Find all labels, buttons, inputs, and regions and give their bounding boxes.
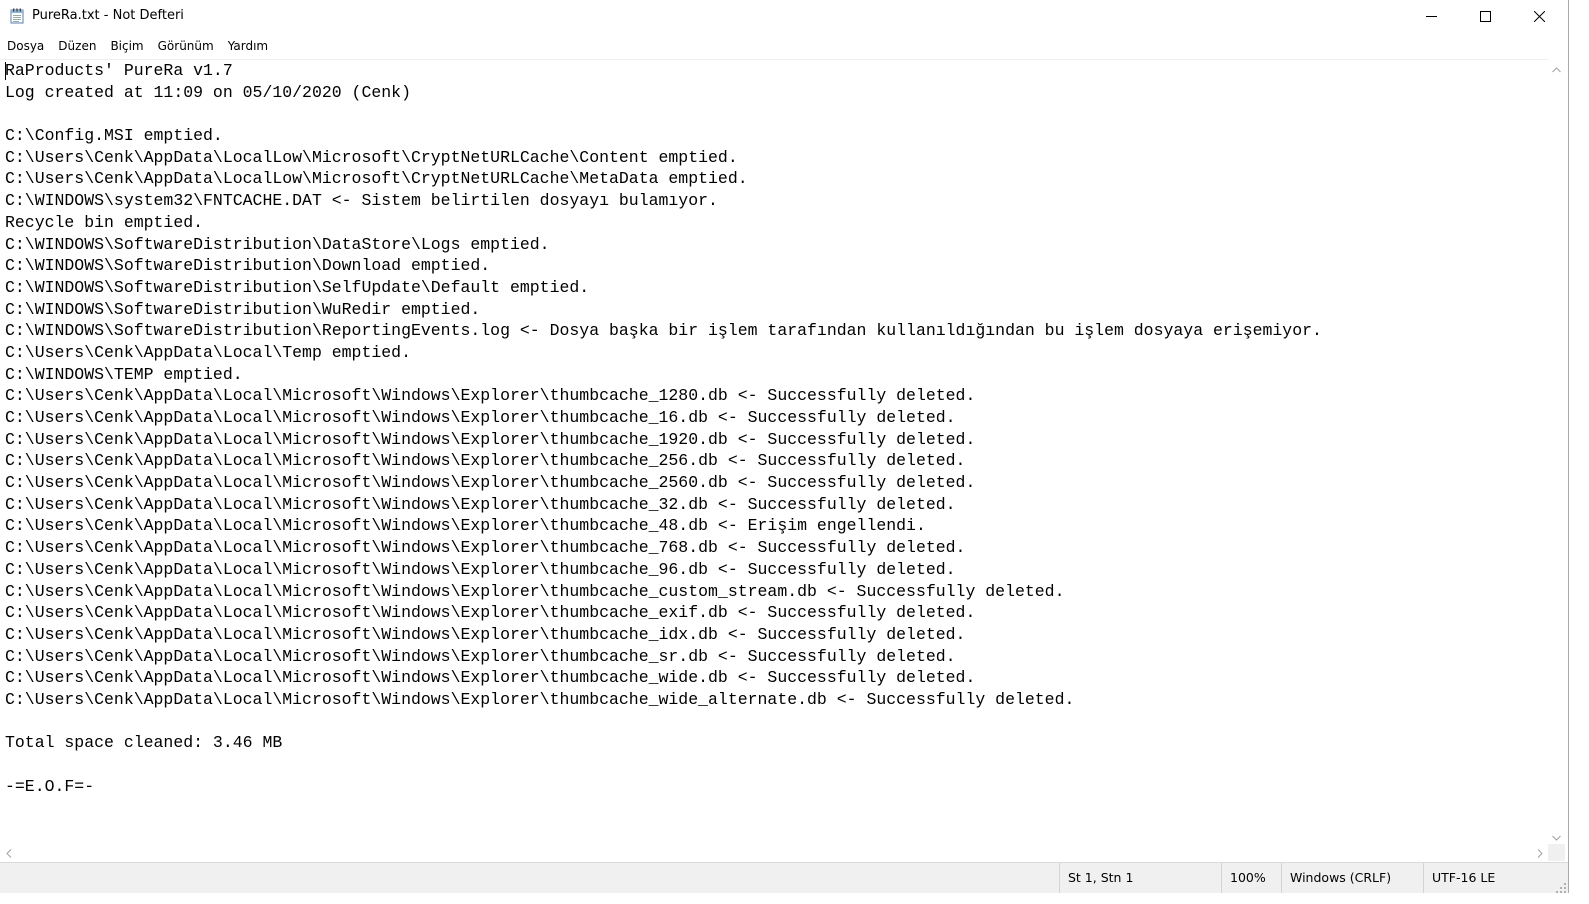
resize-grip-icon[interactable] bbox=[1556, 881, 1566, 893]
chevron-up-icon bbox=[1552, 58, 1561, 77]
text-caret bbox=[5, 62, 6, 80]
menu-format[interactable]: Biçim bbox=[103, 36, 150, 56]
close-button[interactable] bbox=[1512, 0, 1566, 33]
file-encoding: UTF-16 LE bbox=[1423, 863, 1568, 893]
notepad-icon bbox=[10, 8, 25, 24]
text-line: C:\Users\Cenk\AppData\Local\Microsoft\Wi… bbox=[5, 538, 966, 558]
text-line: C:\Users\Cenk\AppData\Local\Microsoft\Wi… bbox=[5, 646, 956, 666]
text-line: C:\WINDOWS\system32\FNTCACHE.DAT <- Sist… bbox=[5, 191, 718, 211]
text-line: RaProducts' PureRa v1.7 bbox=[5, 61, 233, 80]
text-line: Total space cleaned: 3.46 MB bbox=[5, 733, 283, 753]
text-line: C:\Users\Cenk\AppData\Local\Microsoft\Wi… bbox=[5, 451, 966, 471]
notepad-window: PureRa.txt - Not Defteri Dosya Düzen Biç… bbox=[0, 0, 1569, 893]
scroll-up-button[interactable] bbox=[1548, 59, 1565, 76]
text-line: C:\WINDOWS\SoftwareDistribution\Download… bbox=[5, 256, 491, 276]
text-line bbox=[5, 103, 1322, 125]
text-line: C:\Config.MSI emptied. bbox=[5, 126, 223, 146]
text-line: C:\WINDOWS\SoftwareDistribution\SelfUpda… bbox=[5, 277, 590, 297]
horizontal-scrollbar[interactable] bbox=[0, 844, 1548, 861]
menu-edit[interactable]: Düzen bbox=[51, 36, 103, 56]
text-editor[interactable]: RaProducts' PureRa v1.7 Log created at 11… bbox=[0, 59, 1548, 845]
chevron-down-icon bbox=[1552, 826, 1561, 845]
text-line: C:\Users\Cenk\AppData\LocalLow\Microsoft… bbox=[5, 147, 738, 167]
text-line bbox=[5, 754, 1322, 776]
text-line: C:\Users\Cenk\AppData\Local\Temp emptied… bbox=[5, 342, 411, 362]
title-bar[interactable]: PureRa.txt - Not Defteri bbox=[0, 0, 1568, 33]
minimize-icon bbox=[1425, 7, 1437, 26]
text-line: C:\Users\Cenk\AppData\Local\Microsoft\Wi… bbox=[5, 429, 976, 449]
close-icon bbox=[1533, 7, 1545, 26]
text-line: C:\Users\Cenk\AppData\Local\Microsoft\Wi… bbox=[5, 624, 966, 644]
vertical-scrollbar[interactable] bbox=[1548, 59, 1565, 844]
text-line: Log created at 11:09 on 05/10/2020 (Cenk… bbox=[5, 82, 411, 102]
text-line: C:\Users\Cenk\AppData\LocalLow\Microsoft… bbox=[5, 169, 748, 189]
text-line: C:\WINDOWS\SoftwareDistribution\DataStor… bbox=[5, 234, 550, 254]
text-line: -=E.O.F=- bbox=[5, 776, 95, 796]
document-text[interactable]: RaProducts' PureRa v1.7 Log created at 11… bbox=[5, 60, 1322, 797]
menu-help[interactable]: Yardım bbox=[221, 36, 275, 56]
text-line: C:\WINDOWS\TEMP emptied. bbox=[5, 364, 243, 384]
scroll-right-button[interactable] bbox=[1531, 844, 1548, 861]
window-title: PureRa.txt - Not Defteri bbox=[32, 8, 184, 23]
text-line: C:\Users\Cenk\AppData\Local\Microsoft\Wi… bbox=[5, 559, 956, 579]
scroll-left-button[interactable] bbox=[0, 844, 17, 861]
text-line: C:\WINDOWS\SoftwareDistribution\Reportin… bbox=[5, 321, 1322, 341]
text-line bbox=[5, 711, 1322, 733]
minimize-button[interactable] bbox=[1404, 0, 1458, 33]
text-line: C:\Users\Cenk\AppData\Local\Microsoft\Wi… bbox=[5, 386, 976, 406]
scroll-down-button[interactable] bbox=[1548, 827, 1565, 844]
text-line: C:\Users\Cenk\AppData\Local\Microsoft\Wi… bbox=[5, 689, 1075, 709]
menu-file[interactable]: Dosya bbox=[0, 36, 51, 56]
text-line: Recycle bin emptied. bbox=[5, 212, 204, 232]
text-line: C:\Users\Cenk\AppData\Local\Microsoft\Wi… bbox=[5, 668, 976, 688]
text-line: C:\Users\Cenk\AppData\Local\Microsoft\Wi… bbox=[5, 516, 926, 536]
desktop-background-bottom bbox=[0, 893, 1589, 904]
menu-bar: Dosya Düzen Biçim Görünüm Yardım bbox=[0, 36, 275, 56]
maximize-button[interactable] bbox=[1458, 0, 1512, 33]
cursor-position: St 1, Stn 1 bbox=[1059, 863, 1222, 893]
desktop-background bbox=[1569, 0, 1589, 904]
maximize-icon bbox=[1479, 7, 1491, 26]
text-line: C:\WINDOWS\SoftwareDistribution\WuRedir … bbox=[5, 299, 481, 319]
text-line: C:\Users\Cenk\AppData\Local\Microsoft\Wi… bbox=[5, 494, 956, 514]
text-line: C:\Users\Cenk\AppData\Local\Microsoft\Wi… bbox=[5, 408, 956, 427]
text-line: C:\Users\Cenk\AppData\Local\Microsoft\Wi… bbox=[5, 581, 1065, 601]
text-line: C:\Users\Cenk\AppData\Local\Microsoft\Wi… bbox=[5, 603, 976, 623]
menu-view[interactable]: Görünüm bbox=[151, 36, 221, 56]
text-line: C:\Users\Cenk\AppData\Local\Microsoft\Wi… bbox=[5, 473, 976, 493]
chevron-right-icon bbox=[1537, 843, 1543, 862]
scrollbar-corner bbox=[1548, 844, 1565, 861]
zoom-level: 100% bbox=[1221, 863, 1283, 893]
status-bar: St 1, Stn 1 100% Windows (CRLF) UTF-16 L… bbox=[0, 862, 1568, 893]
chevron-left-icon bbox=[5, 843, 12, 862]
line-ending: Windows (CRLF) bbox=[1281, 863, 1422, 893]
